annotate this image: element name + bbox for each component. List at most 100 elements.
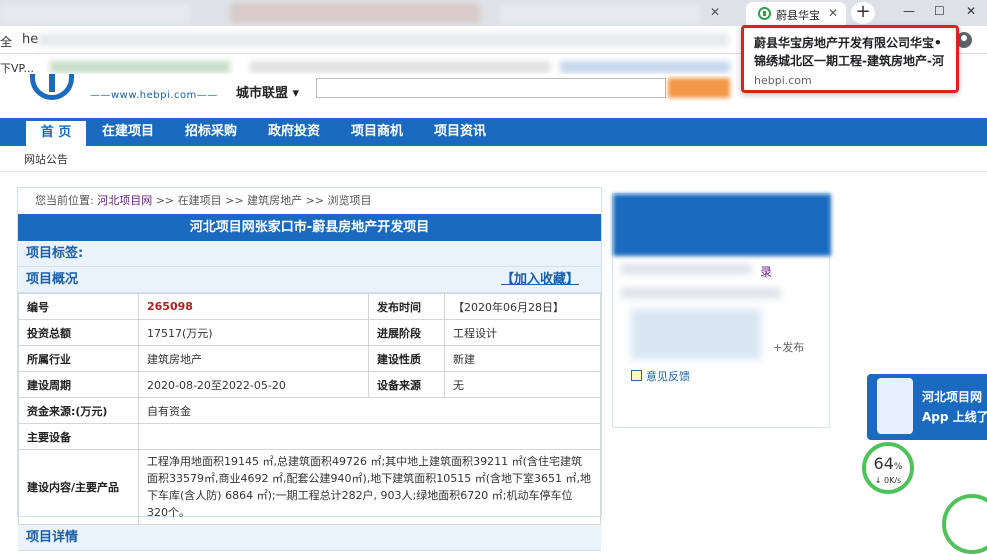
chevron-down-icon: ▾ [292,86,300,101]
cell-label: 设备来源 [368,371,445,398]
tab-close-icon[interactable]: ✕ [708,5,722,19]
construction-nature: 新建 [444,345,601,372]
nav-tender-procurement[interactable]: 招标采购 [175,118,247,146]
project-overview-bar: 项目概况 【加入收藏】 [18,267,601,293]
table-row: 资金来源:(万元) 自有资金 [18,397,601,424]
site-url-text: ——www.hebpi.com—— [90,90,218,101]
nav-government-investment[interactable]: 政府投资 [258,118,330,146]
nav-project-opportunities[interactable]: 项目商机 [341,118,413,146]
active-tab-title: 蔚县华宝 [776,9,820,22]
cell-label: 编号 [18,293,139,320]
sidebar-record-link[interactable]: 录 [760,263,772,280]
equipment-source: 无 [444,371,601,398]
table-row: 投资总额 17517(万元) 进展阶段 工程设计 [18,319,601,346]
tab-close-icon[interactable]: ✕ [826,6,840,20]
site-search-input[interactable] [316,78,666,98]
blurred-text [621,288,781,298]
project-detail-panel: 您当前位置: 河北项目网 >> 在建项目 >> 建筑房地产 >> 浏览项目 河北… [17,187,602,551]
project-details-bar: 项目详情 [18,525,601,551]
speed-percent-value: 64 [873,454,894,473]
phone-icon [877,378,913,434]
project-number: 265098 [138,293,369,320]
cell-label: 建设内容/主要产品 [18,449,139,525]
blurred-text [621,264,751,274]
table-row: 主要设备 [18,423,601,450]
speed-percent: 64% [866,454,910,473]
close-window-button[interactable]: ✕ [966,4,976,18]
speed-rate: ↓ 0K/s [866,476,910,485]
blurred-tab[interactable] [230,3,480,23]
tooltip-title: 蔚县华宝房地产开发有限公司华宝•锦绣城北区一期工程-建筑房地产-河北... [754,36,944,68]
site-search-button[interactable] [668,78,730,98]
address-bar[interactable]: he [22,32,38,47]
blurred-tab[interactable] [0,3,190,23]
feedback-label: 意见反馈 [646,370,690,383]
progress-stage: 工程设计 [444,319,601,346]
table-row: 编号 265098 发布时间 【2020年06月28日】 [18,293,601,320]
app-promo-line2: App 上线了 [922,410,987,424]
nav-projects-under-construction[interactable]: 在建项目 [92,118,164,146]
nav-home[interactable]: 首 页 [26,118,86,146]
speed-rate-value: 0K/s [884,476,902,485]
feedback-icon [631,370,642,381]
project-tags-bar: 项目标签: [18,241,601,267]
cell-label: 主要设备 [18,423,139,450]
network-speed-widget[interactable]: 64% ↓ 0K/s [862,442,914,494]
minimize-window-button[interactable]: — [903,4,915,18]
blurred-tab[interactable] [500,3,700,23]
fund-source: 自有资金 [138,397,601,424]
feedback-link[interactable]: 意见反馈 [631,368,690,384]
breadcrumb: 您当前位置: 河北项目网 >> 在建项目 >> 建筑房地产 >> 浏览项目 [18,188,601,214]
construction-content: 工程净用地面积19145 ㎡,总建筑面积49726 ㎡;其中地上建筑面积3921… [138,449,601,525]
city-union-label: 城市联盟 [236,86,289,101]
active-tab[interactable]: 蔚县华宝 ✕ [746,2,846,26]
address-bar-blurred[interactable] [38,34,728,46]
add-to-favorites-link[interactable]: 【加入收藏】 [501,267,579,293]
nav-project-news[interactable]: 项目资讯 [424,118,496,146]
project-tags-label: 项目标签: [26,246,84,261]
project-title: 河北项目网张家口市-蔚县房地产开发项目 [18,214,601,241]
breadcrumb-path[interactable]: >> 在建项目 >> 建筑房地产 >> 浏览项目 [156,194,372,207]
total-investment: 17517(万元) [138,319,369,346]
city-union-dropdown[interactable]: 城市联盟 ▾ [236,82,299,101]
cell-label: 建设周期 [18,371,139,398]
sidebar-banner-blurred[interactable] [613,194,831,256]
blurred-bookmark[interactable] [560,61,730,73]
construction-period: 2020-08-20至2022-05-20 [138,371,369,398]
publish-date: 【2020年06月28日】 [444,293,601,320]
cell-label: 建设性质 [368,345,445,372]
corner-widget[interactable] [942,494,987,554]
site-favicon-icon [758,7,771,20]
cell-label: 所属行业 [18,345,139,372]
project-details-label: 项目详情 [26,530,79,545]
blurred-bookmark[interactable] [50,61,230,73]
main-nav: 首 页 在建项目 招标采购 政府投资 项目商机 项目资讯 [0,118,987,146]
address-bar-prefix: 全 [0,35,13,49]
site-logo-icon[interactable] [30,74,74,100]
table-row: 建设周期 2020-08-20至2022-05-20 设备来源 无 [18,371,601,398]
cell-label: 进展阶段 [368,319,445,346]
restore-window-button[interactable]: ☐ [934,4,945,18]
breadcrumb-prefix: 您当前位置: [35,194,94,207]
tab-hover-tooltip: 蔚县华宝房地产开发有限公司华宝•锦绣城北区一期工程-建筑房地产-河北... he… [741,25,959,93]
main-equipment [138,423,601,450]
new-tab-button[interactable]: + [851,2,875,24]
speed-percent-unit: % [893,462,903,472]
app-promo-banner[interactable]: 河北项目网 App 上线了 [867,374,987,440]
project-info-table: 编号 265098 发布时间 【2020年06月28日】 投资总额 17517(… [18,293,601,525]
blurred-buttons[interactable] [631,309,761,359]
cell-label: 发布时间 [368,293,445,320]
tooltip-domain: hebpi.com [754,74,812,87]
project-overview-label: 项目概况 [26,272,79,287]
right-sidebar: 录 +发布 意见反馈 [612,193,831,428]
site-announcement-link[interactable]: 网站公告 [24,151,68,167]
publish-link[interactable]: +发布 [773,339,804,355]
browser-tab-strip: ✕ 蔚县华宝 ✕ + — ☐ ✕ [0,0,987,26]
download-arrow-icon: ↓ [874,476,882,485]
industry: 建筑房地产 [138,345,369,372]
breadcrumb-home-link[interactable]: 河北项目网 [97,194,152,207]
blurred-bookmark[interactable] [250,61,550,73]
table-row: 建设内容/主要产品 工程净用地面积19145 ㎡,总建筑面积49726 ㎡;其中… [18,449,601,525]
cell-label: 投资总额 [18,319,139,346]
table-row: 所属行业 建筑房地产 建设性质 新建 [18,345,601,372]
